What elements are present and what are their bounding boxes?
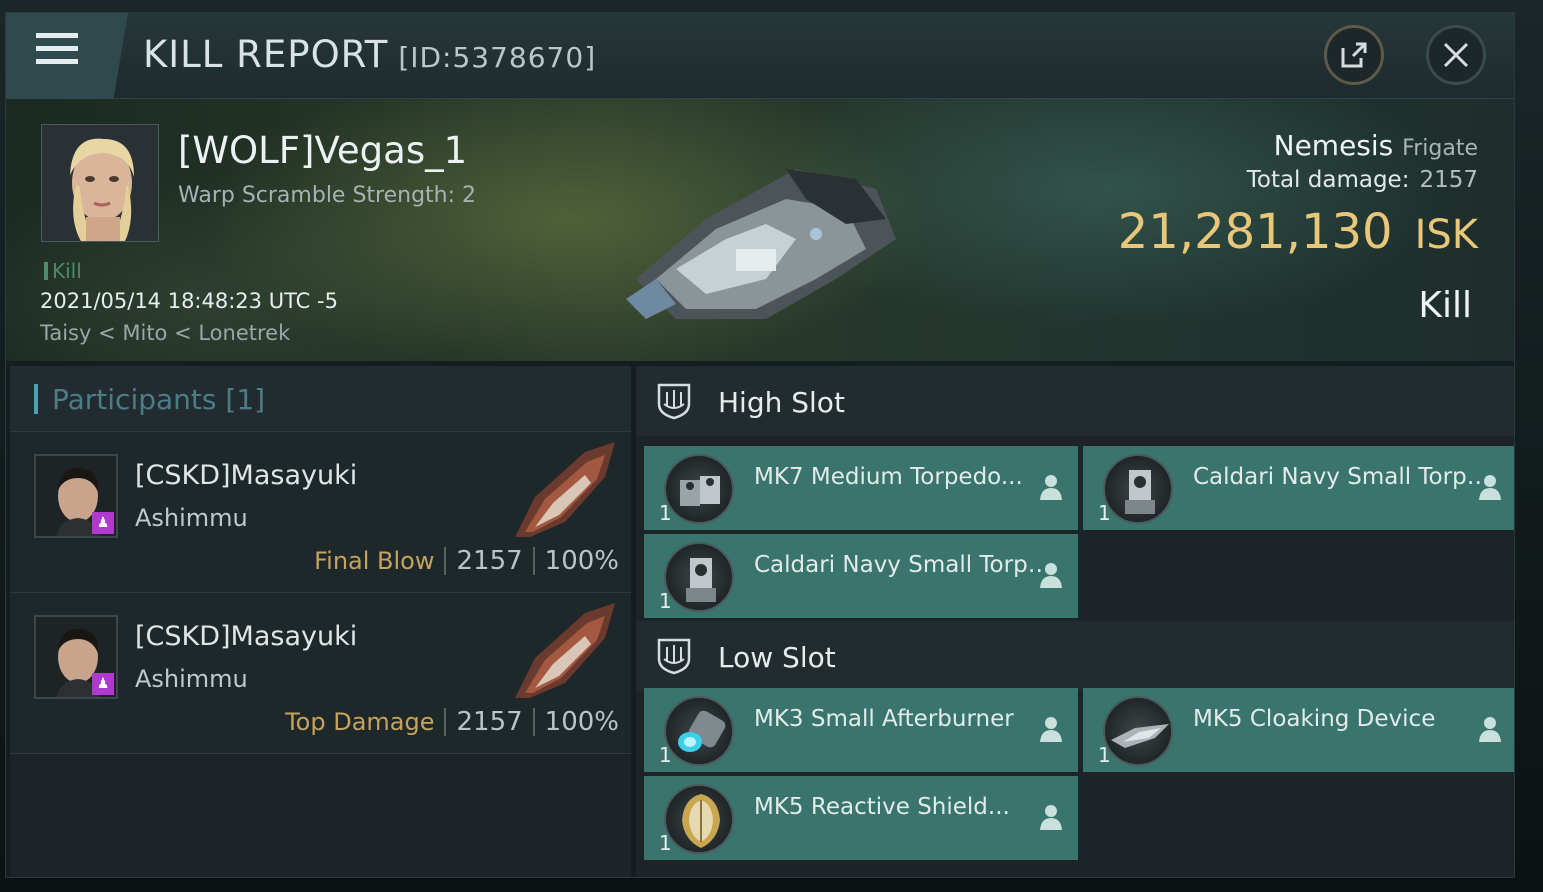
kill-report-window: KILL REPORT [ID:5378670] [WOLF]Vegas_1 W… xyxy=(5,12,1515,878)
low-slot-icon xyxy=(657,638,691,675)
ship-name-line: Nemesis Frigate xyxy=(1274,129,1478,162)
pilot-icon[interactable] xyxy=(1479,716,1501,742)
participant-role: Top Damage xyxy=(285,708,435,736)
torpedo-launcher-icon xyxy=(1103,454,1173,524)
shield-icon xyxy=(664,784,734,854)
ship-name[interactable]: Nemesis xyxy=(1274,129,1394,162)
participant-ship-image xyxy=(515,603,615,698)
module-quantity: 1 xyxy=(659,831,672,855)
portrait-image xyxy=(42,125,158,241)
module-quantity: 1 xyxy=(659,501,672,525)
module-quantity: 1 xyxy=(1098,501,1111,525)
ship-class: Frigate xyxy=(1402,136,1478,161)
participant-name[interactable]: [CSKD]Masayuki xyxy=(135,621,357,652)
participant-percent: 100% xyxy=(544,707,619,737)
victim-ship-image[interactable] xyxy=(616,129,906,329)
total-damage-line: Total damage: 2157 xyxy=(1247,167,1478,193)
participants-header[interactable]: Participants [1] xyxy=(10,366,631,432)
participant-role: Final Blow xyxy=(314,547,435,575)
external-link-icon xyxy=(1341,42,1367,68)
participant-ship: Ashimmu xyxy=(135,504,248,532)
isk-value: 21,281,130 xyxy=(1117,204,1393,260)
module-quantity: 1 xyxy=(1098,743,1111,767)
participants-count: [1] xyxy=(225,383,266,416)
pilot-icon[interactable] xyxy=(1040,716,1062,742)
participant-stats: Final Blow 2157 100% xyxy=(314,546,619,576)
kill-location[interactable]: Taisy < Mito < Lonetrek xyxy=(40,321,290,345)
module-name: Caldari Navy Small Torpedo ... xyxy=(754,552,1064,578)
total-damage-value: 2157 xyxy=(1419,167,1478,193)
module-quantity: 1 xyxy=(659,589,672,613)
kill-tag-label: Kill xyxy=(52,259,82,283)
participant-ship-image xyxy=(515,442,615,537)
result-label: Kill xyxy=(1418,285,1472,326)
module-low-3[interactable]: 1 MK5 Reactive Shield... xyxy=(644,776,1078,860)
pilot-icon[interactable] xyxy=(1040,562,1062,588)
participant-stats: Top Damage 2157 100% xyxy=(285,707,619,737)
low-slot-title: Low Slot xyxy=(718,641,836,674)
low-slot-header: Low Slot xyxy=(636,621,1514,691)
hamburger-icon xyxy=(36,33,78,72)
high-slot-header: High Slot xyxy=(636,366,1514,436)
participant-percent: 100% xyxy=(544,546,619,576)
participant-damage: 2157 xyxy=(456,707,523,737)
participant-portrait[interactable]: ♟ xyxy=(34,615,118,699)
pilot-icon[interactable] xyxy=(1479,474,1501,500)
module-name: MK5 Reactive Shield... xyxy=(754,794,1010,820)
corp-badge-icon: ♟ xyxy=(92,512,114,534)
kill-time: 2021/05/14 18:48:23 UTC -5 xyxy=(40,289,338,313)
participant-row[interactable]: ♟ [CSKD]Masayuki Ashimmu Final Blow 2157 1… xyxy=(10,432,631,593)
participants-title-text: Participants xyxy=(52,383,217,416)
share-button[interactable] xyxy=(1324,25,1384,85)
module-name: MK5 Cloaking Device xyxy=(1193,706,1436,732)
module-quantity: 1 xyxy=(659,743,672,767)
torpedo-launcher-icon xyxy=(664,542,734,612)
participant-damage: 2157 xyxy=(456,546,523,576)
kill-banner: [WOLF]Vegas_1 Warp Scramble Strength: 2 … xyxy=(6,99,1514,361)
victim-name[interactable]: [WOLF]Vegas_1 xyxy=(178,129,467,172)
close-icon xyxy=(1443,42,1469,68)
module-low-2[interactable]: 1 MK5 Cloaking Device xyxy=(1083,688,1514,772)
report-id: [ID:5378670] xyxy=(398,41,597,74)
module-name: Caldari Navy Small Torpedo ... xyxy=(1193,464,1503,490)
window-title: KILL REPORT [ID:5378670] xyxy=(143,33,596,76)
pilot-icon[interactable] xyxy=(1040,474,1062,500)
kill-tag: Kill xyxy=(44,259,82,283)
afterburner-icon xyxy=(664,696,734,766)
isk-value-line: 21,281,130 ISK xyxy=(1118,204,1478,260)
module-name: MK3 Small Afterburner xyxy=(754,706,1014,732)
menu-button[interactable] xyxy=(6,13,128,99)
corp-badge-icon: ♟ xyxy=(92,673,114,695)
high-slot-icon xyxy=(657,383,691,420)
participants-title: Participants [1] xyxy=(34,383,265,416)
module-low-1[interactable]: 1 MK3 Small Afterburner xyxy=(644,688,1078,772)
participant-portrait[interactable]: ♟ xyxy=(34,454,118,538)
victim-portrait[interactable] xyxy=(41,124,159,242)
participant-row[interactable]: ♟ [CSKD]Masayuki Ashimmu Top Damage 2157 1… xyxy=(10,593,631,754)
participant-ship: Ashimmu xyxy=(135,665,248,693)
fittings-panel: High Slot 1 MK7 Medium Torpedo... 1 Cald… xyxy=(636,366,1514,877)
pilot-icon[interactable] xyxy=(1040,804,1062,830)
module-high-2[interactable]: 1 Caldari Navy Small Torpedo ... xyxy=(1083,446,1514,530)
module-high-3[interactable]: 1 Caldari Navy Small Torpedo ... xyxy=(644,534,1078,618)
close-button[interactable] xyxy=(1426,25,1486,85)
cloaking-device-icon xyxy=(1103,696,1173,766)
participant-name[interactable]: [CSKD]Masayuki xyxy=(135,460,357,491)
total-damage-label: Total damage: xyxy=(1246,167,1410,193)
victim-subtitle: Warp Scramble Strength: 2 xyxy=(178,183,477,208)
isk-unit: ISK xyxy=(1414,212,1478,258)
module-name: MK7 Medium Torpedo... xyxy=(754,464,1023,490)
participants-panel: Participants [1] ♟ [CSKD]Masayuki Ashimm… xyxy=(10,366,631,877)
torpedo-launcher-icon xyxy=(664,454,734,524)
module-high-1[interactable]: 1 MK7 Medium Torpedo... xyxy=(644,446,1078,530)
high-slot-title: High Slot xyxy=(718,386,845,419)
window-title-text: KILL REPORT xyxy=(143,33,389,76)
title-bar: KILL REPORT [ID:5378670] xyxy=(6,13,1514,99)
